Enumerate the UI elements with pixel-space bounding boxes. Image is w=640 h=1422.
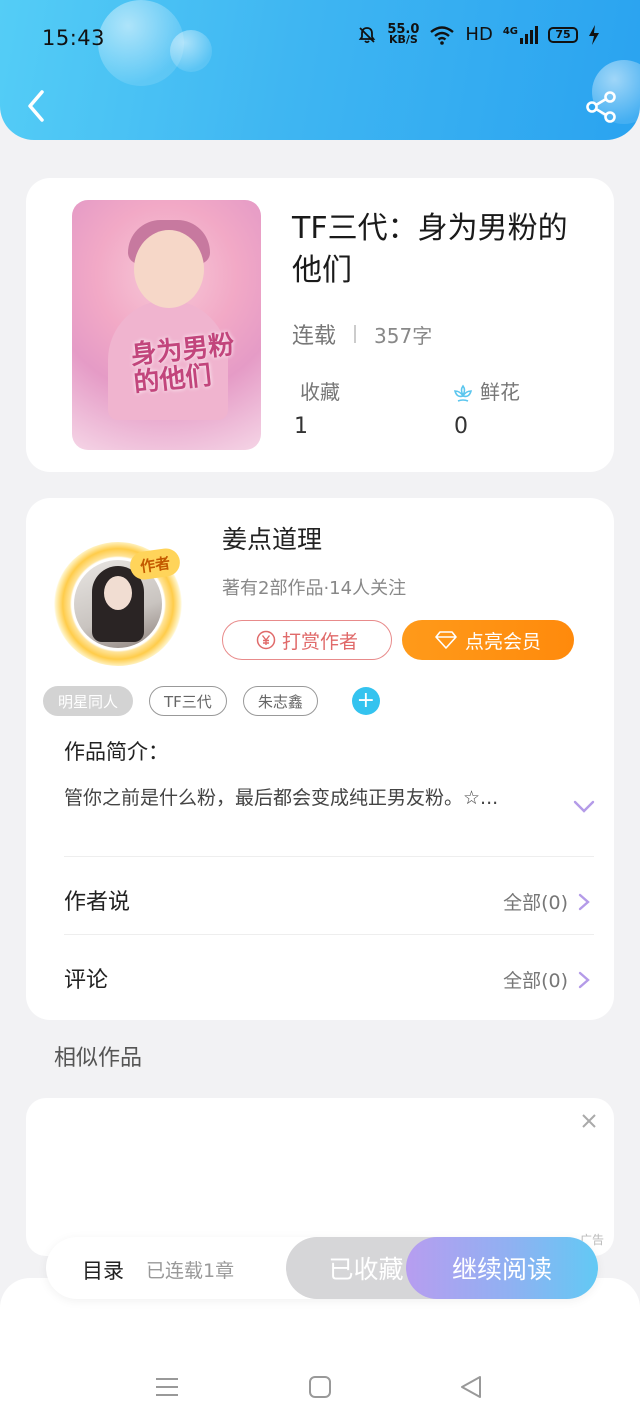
flower-icon xyxy=(453,384,473,402)
book-info-card: 身为男粉的他们 TF三代：身为男粉的他们 连载 357字 收藏 1 鲜花 0 xyxy=(26,178,614,472)
author-says-all-link[interactable]: 全部(0) xyxy=(503,888,590,915)
tag-list: 明星同人 TF三代 朱志鑫 + xyxy=(43,686,380,716)
divider xyxy=(64,856,594,857)
vip-label: 点亮会员 xyxy=(464,630,541,653)
flowers-label: 鲜花 xyxy=(480,380,520,404)
home-nav-icon[interactable] xyxy=(307,1374,333,1400)
flowers-count: 0 xyxy=(454,414,468,439)
book-title: TF三代：身为男粉的他们 xyxy=(292,211,568,288)
share-icon[interactable] xyxy=(584,90,618,124)
intro-text: 管你之前是什么粉，最后都会变成纯正男友粉。☆... xyxy=(64,787,499,809)
favorites-count: 1 xyxy=(294,414,308,439)
charging-icon xyxy=(589,24,599,45)
serial-status: 连载 xyxy=(292,324,337,349)
intro-label: 作品简介： xyxy=(64,740,169,764)
word-count: 357字 xyxy=(374,323,433,348)
battery-indicator: 75 xyxy=(548,26,578,43)
cover-title-art: 身为男粉的他们 xyxy=(129,330,236,399)
add-tag-button[interactable]: + xyxy=(351,687,380,715)
hd-label: HD xyxy=(465,24,493,45)
back-nav-icon[interactable] xyxy=(458,1374,484,1400)
book-cover-image[interactable]: 身为男粉的他们 xyxy=(72,200,261,450)
chevron-right-icon xyxy=(578,971,590,988)
yen-coin-icon xyxy=(256,630,276,650)
tag-chip[interactable]: 明星同人 xyxy=(43,686,134,716)
similar-works-title: 相似作品 xyxy=(54,1046,143,1071)
chapters-count: 已连载1章 xyxy=(146,1260,235,1282)
comments-label: 评论 xyxy=(64,968,109,993)
system-nav-bar xyxy=(0,1278,640,1422)
author-info: 著有2部作品·14人关注 xyxy=(222,578,407,599)
vip-button[interactable]: 点亮会员 xyxy=(402,620,574,660)
author-name[interactable]: 姜点道理 xyxy=(222,520,322,556)
tag-chip[interactable]: 朱志鑫 xyxy=(242,686,318,716)
status-icons: 55.0 KB/S HD 4G 75 xyxy=(357,21,600,46)
top-header: 15:43 55.0 KB/S HD 4G 75 xyxy=(0,0,640,140)
menu-nav-icon[interactable] xyxy=(154,1374,180,1400)
back-button[interactable] xyxy=(20,86,56,126)
meta-divider xyxy=(354,325,357,343)
author-card: 作者 姜点道理 著有2部作品·14人关注 打赏作者 点亮会员 明星同人 TF三代… xyxy=(26,498,614,1020)
tag-chip[interactable]: TF三代 xyxy=(149,686,227,716)
chevron-down-icon[interactable] xyxy=(572,796,596,816)
status-time: 15:43 xyxy=(42,26,106,50)
wifi-icon xyxy=(430,25,455,45)
ad-card[interactable]: 广告 xyxy=(26,1098,614,1256)
comments-all-link[interactable]: 全部(0) xyxy=(503,966,590,993)
signal-icon: 4G xyxy=(503,25,538,44)
tip-author-button[interactable]: 打赏作者 xyxy=(222,620,392,660)
decorative-bubble xyxy=(170,30,212,72)
mute-bell-icon xyxy=(359,26,376,43)
favorites-label: 收藏 xyxy=(300,380,340,404)
toc-button[interactable]: 目录 xyxy=(82,1255,124,1285)
continue-reading-button[interactable]: 继续阅读 xyxy=(406,1237,598,1299)
divider xyxy=(64,934,594,935)
net-speed: 55.0 KB/S xyxy=(387,21,420,46)
diamond-icon xyxy=(435,631,457,649)
flowers-stat[interactable]: 鲜花 xyxy=(452,376,520,405)
book-meta: 连载 357字 xyxy=(292,318,432,350)
tip-author-label: 打赏作者 xyxy=(281,630,358,653)
close-icon[interactable] xyxy=(580,1112,598,1130)
chevron-right-icon xyxy=(578,893,590,910)
author-says-label: 作者说 xyxy=(64,890,131,915)
bottom-action-bar: 目录 已连载1章 已收藏 继续阅读 xyxy=(46,1237,598,1299)
